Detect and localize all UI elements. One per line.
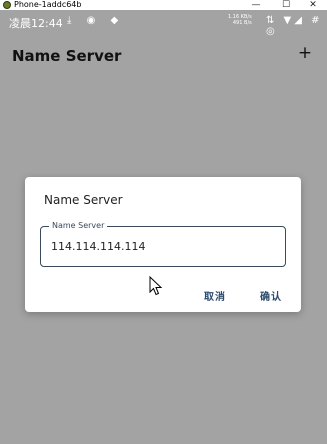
maximize-button[interactable]: ☐ xyxy=(275,0,297,10)
name-server-dialog: Name Server Name Server 取消 确认 xyxy=(25,177,301,312)
window-titlebar: Phone-1addc64b — ☐ ✕ xyxy=(0,0,327,10)
name-server-input[interactable] xyxy=(51,238,271,254)
cancel-button[interactable]: 取消 xyxy=(204,288,226,303)
page-title: Name Server xyxy=(12,47,122,65)
mouse-cursor-icon xyxy=(149,276,163,296)
status-time: 凌晨12:44 xyxy=(9,17,63,30)
name-server-field[interactable]: Name Server xyxy=(40,221,286,267)
field-label: Name Server xyxy=(49,221,108,231)
confirm-button[interactable]: 确认 xyxy=(260,288,282,303)
speed-down: 491 B/s xyxy=(232,20,252,26)
network-speed: 1.16 KB/s 491 B/s xyxy=(228,14,252,26)
app-bar: Name Server + xyxy=(0,34,327,78)
close-button[interactable]: ✕ xyxy=(302,0,324,10)
minimize-button[interactable]: — xyxy=(245,0,267,10)
app-icon xyxy=(3,1,11,9)
window-title: Phone-1addc64b xyxy=(14,0,82,9)
notification-icons: ⤓ ◉ ◆ xyxy=(67,15,125,26)
add-button[interactable]: + xyxy=(296,44,314,62)
dialog-title: Name Server xyxy=(44,193,123,207)
phone-screen: 凌晨12:44 ⤓ ◉ ◆ 1.16 KB/s 491 B/s ⇅ ▼◢ # ◎… xyxy=(0,10,327,444)
status-bar: 凌晨12:44 ⤓ ◉ ◆ 1.16 KB/s 491 B/s ⇅ ▼◢ # ◎ xyxy=(0,10,327,37)
